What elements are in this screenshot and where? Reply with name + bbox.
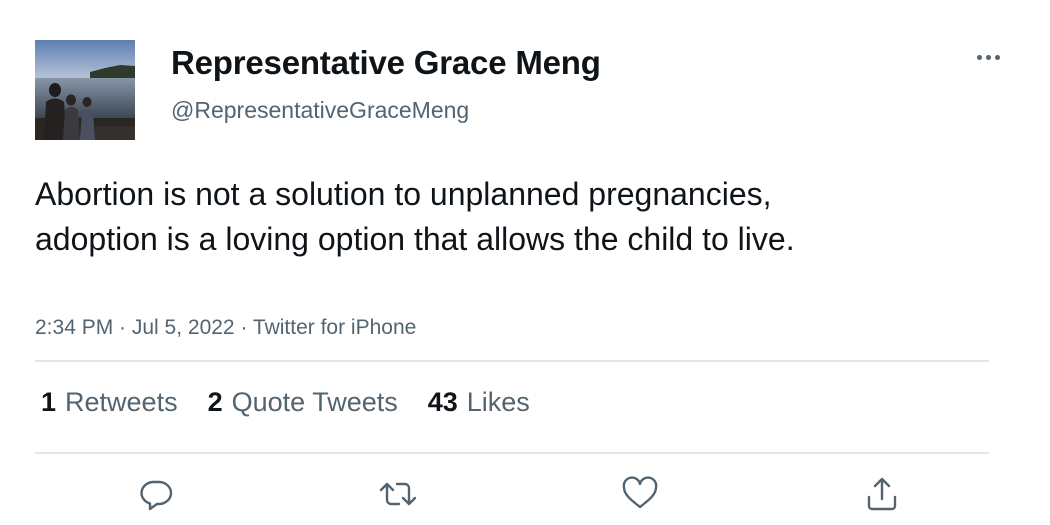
share-button[interactable] — [862, 474, 902, 514]
engagement-stats: 1 Retweets 2 Quote Tweets 43 Likes — [41, 387, 560, 418]
retweets-label: Retweets — [65, 387, 178, 417]
reply-button[interactable] — [136, 474, 176, 514]
retweets-count: 1 — [41, 387, 57, 417]
tweet-meta[interactable]: 2:34 PM · Jul 5, 2022 · Twitter for iPho… — [35, 316, 416, 340]
likes-stat[interactable]: 43 Likes — [428, 387, 530, 418]
more-dot-icon — [994, 54, 1000, 60]
reply-icon — [140, 480, 173, 511]
user-handle[interactable]: @RepresentativeGraceMeng — [171, 97, 469, 124]
tweet-text: Abortion is not a solution to unplanned … — [35, 176, 795, 257]
retweets-stat[interactable]: 1 Retweets — [41, 387, 178, 418]
display-name[interactable]: Representative Grace Meng — [171, 44, 601, 82]
avatar-photo — [35, 40, 135, 140]
divider — [35, 360, 989, 362]
retweet-icon — [379, 482, 417, 506]
share-icon — [867, 477, 897, 511]
more-options-button[interactable] — [970, 44, 1006, 70]
like-button[interactable] — [620, 474, 660, 514]
more-dot-icon — [976, 54, 982, 60]
heart-icon — [622, 476, 658, 509]
likes-count: 43 — [427, 387, 458, 417]
divider — [35, 452, 989, 454]
avatar[interactable] — [35, 40, 135, 140]
quote-tweets-label: Quote Tweets — [231, 387, 398, 417]
quote-tweets-stat[interactable]: 2 Quote Tweets — [208, 387, 398, 418]
likes-label: Likes — [466, 387, 530, 417]
quote-tweets-count: 2 — [207, 387, 223, 417]
more-dot-icon — [985, 54, 991, 60]
retweet-button[interactable] — [378, 474, 418, 514]
